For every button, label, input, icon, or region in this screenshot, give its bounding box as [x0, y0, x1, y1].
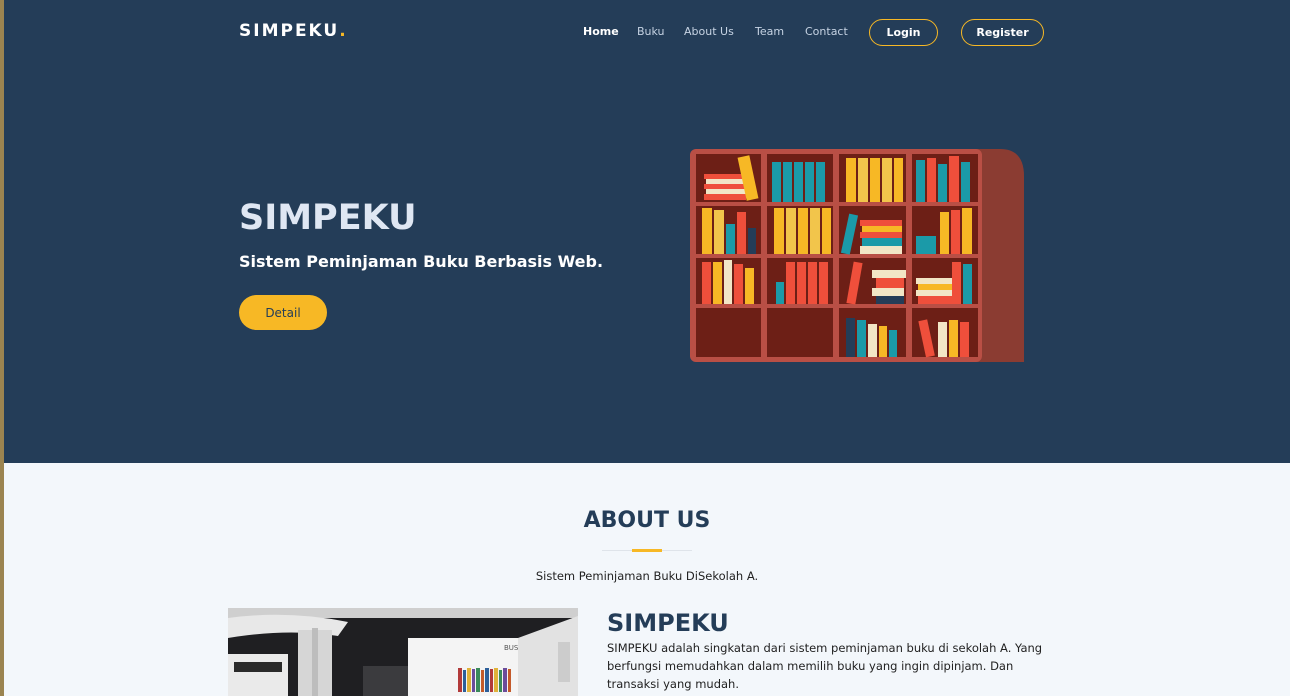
navbar: SIMPEKU. Home Buku About Us Team Contact… [4, 0, 1290, 64]
about-title: ABOUT US [583, 508, 711, 533]
hero-subtitle: Sistem Peminjaman Buku Berbasis Web. [239, 252, 604, 271]
about-body-text: SIMPEKU adalah singkatan dari sistem pem… [607, 641, 1043, 691]
nav-home[interactable]: Home [583, 25, 619, 38]
hero-section: SIMPEKU. Home Buku About Us Team Contact… [4, 0, 1290, 463]
nav-about-us[interactable]: About Us [684, 25, 734, 38]
about-section: ABOUT US Sistem Peminjaman Buku DiSekola… [4, 463, 1290, 696]
nav-contact[interactable]: Contact [805, 25, 848, 38]
library-photo: BUSINESS [228, 608, 578, 696]
bookshelf-illustration [690, 149, 1024, 362]
about-heading: SIMPEKU [607, 609, 729, 637]
register-button[interactable]: Register [961, 19, 1044, 46]
about-description: Sistem Peminjaman Buku DiSekolah A. [535, 569, 759, 583]
detail-button[interactable]: Detail [239, 295, 327, 330]
brand-dot: . [339, 21, 348, 41]
hero-title: SIMPEKU [239, 198, 417, 238]
login-button[interactable]: Login [869, 19, 938, 46]
nav-buku[interactable]: Buku [637, 25, 665, 38]
brand-name: SIMPEKU [239, 21, 340, 41]
brand-logo[interactable]: SIMPEKU. [239, 21, 348, 41]
nav-team[interactable]: Team [755, 25, 784, 38]
title-divider-accent [632, 549, 662, 552]
page: SIMPEKU. Home Buku About Us Team Contact… [4, 0, 1290, 696]
